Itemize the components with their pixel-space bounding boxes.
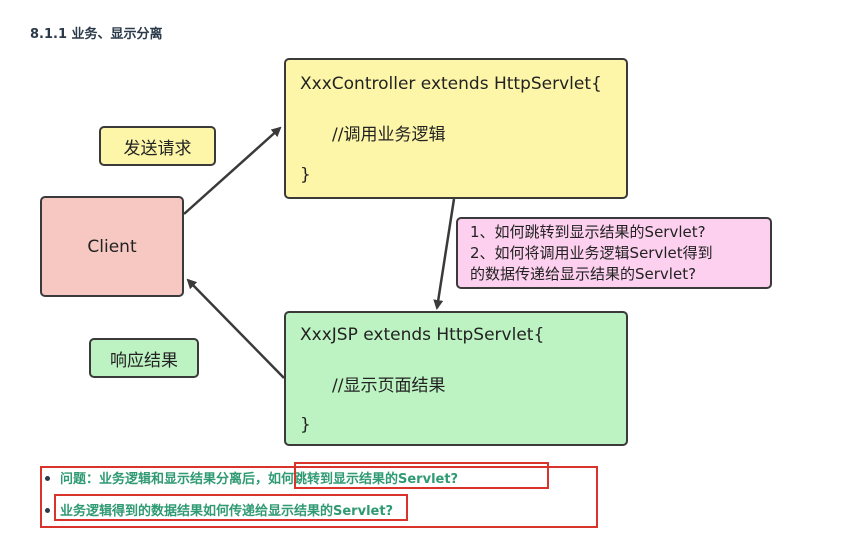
question-note: 1、如何跳转到显示结果的Servlet? 2、如何将调用业务逻辑Servlet得… [456, 217, 772, 289]
question-2-highlight [54, 494, 408, 521]
client-box: Client [40, 196, 184, 297]
bullet-2 [45, 508, 50, 513]
question-1-highlight [294, 462, 549, 489]
jsp-close-brace: } [300, 415, 311, 435]
note-line-2: 2、如何将调用业务逻辑Servlet得到 [470, 244, 713, 262]
jsp-box: XxxJSP extends HttpServlet{ //显示页面结果 } [284, 311, 628, 446]
controller-declaration: XxxController extends HttpServlet{ [300, 74, 602, 94]
note-line-1: 1、如何跳转到显示结果的Servlet? [470, 223, 706, 241]
bullet-1 [45, 476, 50, 481]
note-line-3: 的数据传递给显示结果的Servlet? [470, 265, 697, 283]
response-arrow [186, 278, 285, 379]
controller-comment: //调用业务逻辑 [332, 125, 446, 145]
jsp-declaration: XxxJSP extends HttpServlet{ [300, 325, 545, 345]
response-label: 响应结果 [89, 338, 199, 378]
forward-arrow [433, 198, 456, 310]
send-request-label: 发送请求 [99, 126, 216, 166]
jsp-comment: //显示页面结果 [332, 376, 446, 396]
client-label: Client [87, 236, 137, 257]
controller-box: XxxController extends HttpServlet{ //调用业… [284, 58, 628, 199]
controller-close-brace: } [300, 165, 311, 185]
